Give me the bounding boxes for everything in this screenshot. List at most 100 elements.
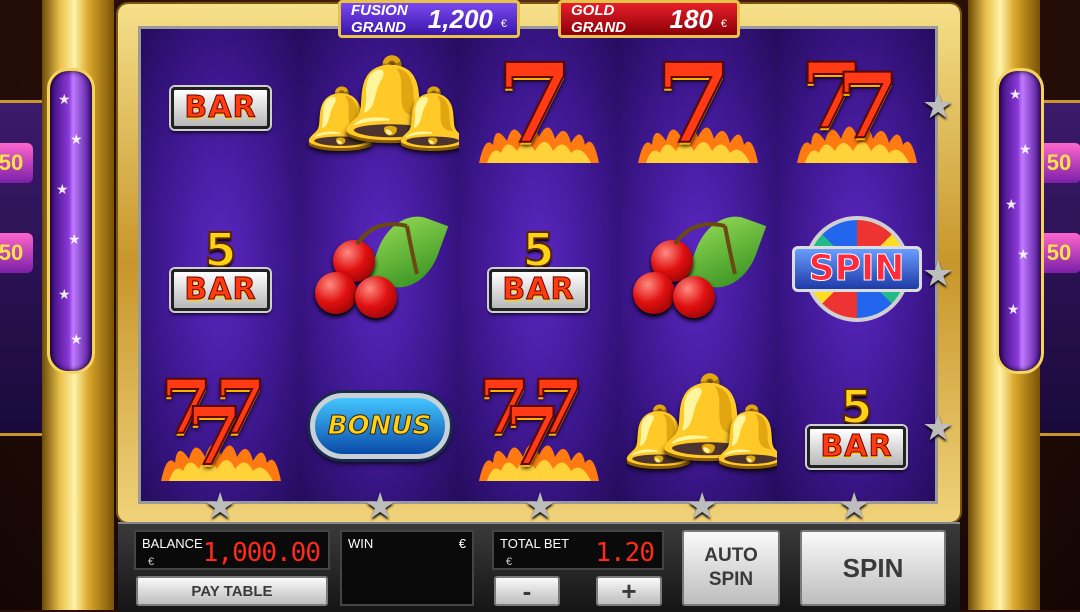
star-icon: ★ <box>70 131 83 147</box>
payline-star-icon: ★ <box>922 407 955 448</box>
star-icon: ★ <box>1009 86 1022 102</box>
spin-symbol-label: SPIN <box>791 246 922 292</box>
auto-spin-label-2: SPIN <box>708 569 754 590</box>
gold-grand-jackpot: GOLD GRAND 180 € <box>558 0 740 38</box>
five-bar-symbol: 5 BAR <box>807 380 906 468</box>
payline-star-icon: ★ <box>922 85 955 126</box>
seven-label: 7 <box>836 52 901 160</box>
side-badge-left: 50 <box>0 143 33 183</box>
bar-label: BAR <box>502 272 575 307</box>
star-icon: ★ <box>58 91 71 107</box>
balance-currency: € <box>148 556 155 568</box>
bar-label: BAR <box>820 429 893 464</box>
symbol-five-bar: 5 BAR <box>777 351 935 501</box>
win-display: WIN € <box>340 530 474 606</box>
payline-star-icon: ★ <box>686 485 719 526</box>
five-label: 5 <box>203 223 237 277</box>
seven-label: 7 <box>504 388 562 484</box>
five-label: 5 <box>839 380 873 434</box>
jackpot-amount: 1,200 <box>427 3 493 34</box>
star-tube-right: ★ ★ ★ ★ ★ <box>996 68 1044 374</box>
jackpot-currency: € <box>720 18 727 30</box>
five-bar-symbol: 5 BAR <box>489 223 588 311</box>
reel-1: BAR 5 BAR 7 7 7 <box>141 29 301 501</box>
star-icon: ★ <box>1019 141 1032 157</box>
triple-seven-symbol: 777 <box>160 364 281 484</box>
star-icon: ★ <box>58 286 71 302</box>
total-bet-label: TOTAL BET <box>500 536 570 551</box>
triple-seven-symbol: 777 <box>478 364 599 484</box>
symbol-triple-seven: 777 <box>141 351 300 501</box>
cherries-icon <box>632 206 766 324</box>
seven-label: 7 <box>496 38 575 169</box>
symbol-bonus: BONUS <box>300 351 459 501</box>
symbol-bell: 🔔 🔔 🔔 <box>618 351 787 501</box>
payline-star-icon: ★ <box>204 485 237 526</box>
side-badge-left-2: 50 <box>0 233 33 273</box>
star-icon: ★ <box>70 331 83 347</box>
auto-spin-button[interactable]: AUTO SPIN <box>682 530 780 606</box>
bell-icon: 🔔 🔔 🔔 <box>304 53 469 151</box>
balance-label: BALANCE <box>142 536 203 551</box>
bar-symbol: BAR <box>171 87 270 129</box>
win-currency: € <box>458 536 466 551</box>
star-icon: ★ <box>1017 246 1030 262</box>
star-tube-left: ★ ★ ★ ★ ★ ★ <box>47 68 95 374</box>
symbol-bar: BAR <box>141 33 300 183</box>
cherries-icon <box>314 206 448 324</box>
symbol-spin: SPIN <box>777 194 935 344</box>
jackpot-name: GOLD GRAND <box>571 2 626 36</box>
star-icon: ★ <box>68 231 81 247</box>
symbol-seven: 7 <box>618 33 777 183</box>
seven-symbol: 7 <box>478 38 599 169</box>
payline-star-icon: ★ <box>524 485 557 526</box>
jackpot-currency: € <box>500 18 507 30</box>
symbol-seven: 7 <box>459 33 618 183</box>
spin-wheel-symbol: SPIN <box>791 216 922 322</box>
bar-label: BAR <box>184 90 257 125</box>
balance-value: 1,000.00 <box>202 538 321 568</box>
five-bar-symbol: 5 BAR <box>171 223 270 311</box>
jackpot-amount: 180 <box>669 3 713 34</box>
reel-window: BAR 5 BAR 7 7 7 🔔 🔔 🔔 BONUS 7 5 BAR 7 7 7 7 🔔 🔔 🔔 7 7 SPIN 5 BAR <box>138 26 938 504</box>
double-seven-symbol: 77 <box>796 42 917 163</box>
seven-label: 7 <box>655 38 734 169</box>
control-panel: BALANCE € 1,000.00 PAY TABLE WIN € TOTAL… <box>118 522 960 612</box>
symbol-double-seven: 77 <box>777 33 935 183</box>
auto-spin-label-1: AUTO <box>704 545 758 566</box>
reel-4: 7 🔔 🔔 🔔 <box>618 29 787 501</box>
reel-3: 7 5 BAR 7 7 7 <box>459 29 619 501</box>
bet-plus-button[interactable]: + <box>596 576 662 606</box>
total-bet-value: 1.20 <box>595 538 655 568</box>
pay-table-button[interactable]: PAY TABLE <box>136 576 328 606</box>
payline-star-icon: ★ <box>364 485 397 526</box>
bet-minus-button[interactable]: - <box>494 576 560 606</box>
bell-icon: 🔔 🔔 🔔 <box>622 371 787 469</box>
bonus-label: BONUS <box>327 411 432 442</box>
star-icon: ★ <box>56 181 69 197</box>
symbol-cherries <box>618 194 777 344</box>
bar-label: BAR <box>184 272 257 307</box>
symbol-bell: 🔔 🔔 🔔 <box>300 33 469 183</box>
balance-display: BALANCE € 1,000.00 <box>134 530 330 570</box>
symbol-cherries <box>300 194 459 344</box>
star-icon: ★ <box>1005 196 1018 212</box>
fusion-grand-jackpot: FUSION GRAND 1,200 € <box>338 0 520 38</box>
reel-2: 🔔 🔔 🔔 BONUS <box>300 29 469 501</box>
symbol-five-bar: 5 BAR <box>459 194 618 344</box>
seven-symbol: 7 <box>637 38 758 169</box>
total-bet-display: TOTAL BET € 1.20 <box>492 530 664 570</box>
seven-label: 7 <box>186 388 244 484</box>
win-label: WIN <box>348 536 374 551</box>
payline-star-icon: ★ <box>922 253 955 294</box>
five-label: 5 <box>521 223 555 277</box>
total-bet-currency: € <box>506 556 513 568</box>
reel-5: 7 7 SPIN 5 BAR <box>777 29 935 501</box>
symbol-five-bar: 5 BAR <box>141 194 300 344</box>
symbol-triple-seven: 777 <box>459 351 618 501</box>
jackpot-name: FUSION GRAND <box>351 2 408 36</box>
payline-star-icon: ★ <box>838 485 871 526</box>
bonus-symbol: BONUS <box>309 393 450 459</box>
star-icon: ★ <box>1007 301 1020 317</box>
spin-button[interactable]: SPIN <box>800 530 946 606</box>
